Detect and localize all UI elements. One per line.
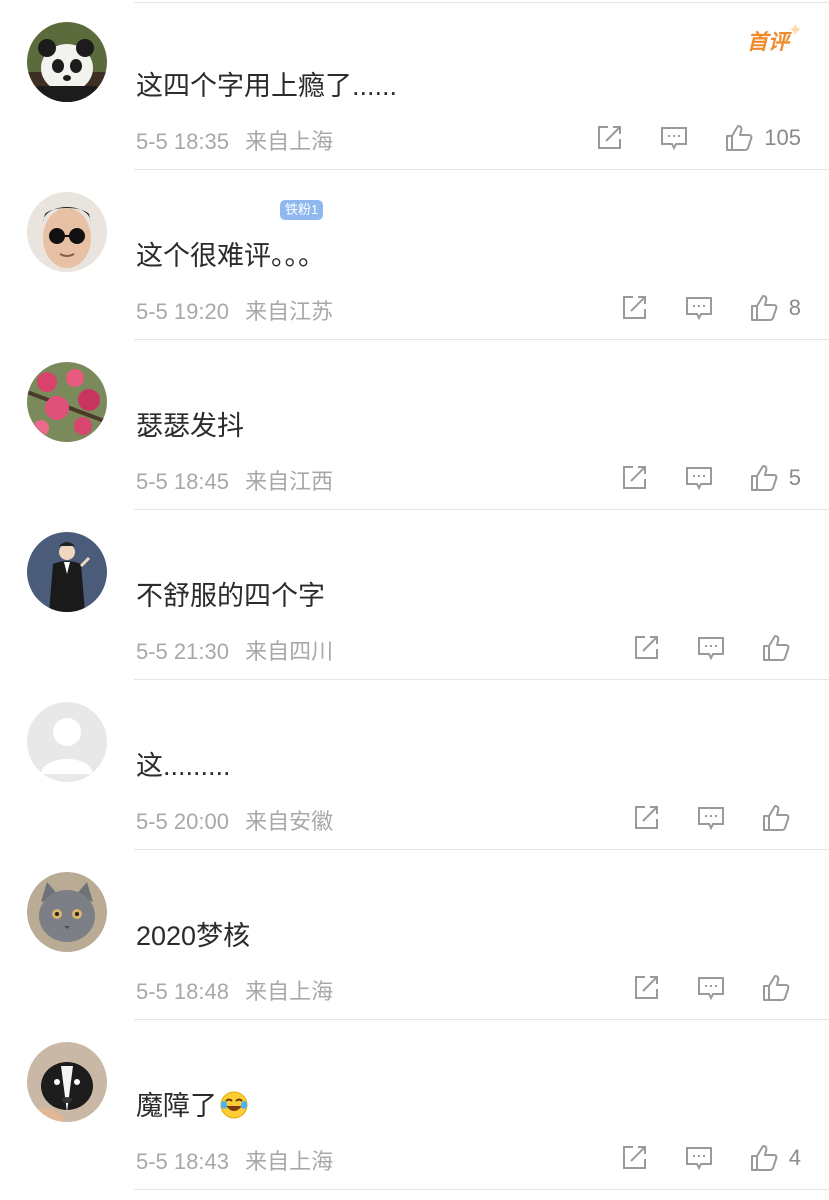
avatar[interactable] — [27, 362, 107, 442]
avatar[interactable] — [27, 702, 107, 782]
comment-time: 5-5 18:35 — [136, 129, 229, 154]
comment-location: 来自江苏 — [245, 299, 334, 324]
comment-item: 2020梦核 5-5 18:48 来自上海 — [0, 850, 829, 1020]
repost-icon[interactable] — [594, 123, 624, 153]
comment-item: 不舒服的四个字 5-5 21:30 来自四川 — [0, 510, 829, 680]
like-count: 4 — [788, 1145, 801, 1170]
repost-icon[interactable] — [619, 293, 649, 323]
comment-text: 这四个字用上瘾了...... — [136, 71, 398, 101]
comment-actions: 8 — [619, 291, 801, 325]
comment-location: 来自四川 — [245, 639, 334, 664]
comment-location: 来自上海 — [245, 1149, 334, 1174]
laugh-cry-emoji-icon — [219, 1090, 249, 1120]
comment-time: 5-5 18:45 — [136, 469, 229, 494]
thumbs-up-icon[interactable] — [761, 633, 791, 663]
comment-item: 铁粉1 这个很难评。。。 5-5 19:20 来自江苏 8 — [0, 170, 829, 340]
first-comment-badge: ✦ 首评 — [747, 20, 803, 54]
repost-icon[interactable] — [631, 633, 661, 663]
comment-actions: 5 — [619, 461, 801, 495]
comment-meta: 5-5 18:45 来自江西 — [136, 464, 333, 496]
comment-actions — [631, 631, 801, 665]
comment-item: 这......... 5-5 20:00 来自安徽 — [0, 680, 829, 850]
comment-time: 5-5 20:00 — [136, 809, 229, 834]
comment-text: 这......... — [136, 751, 231, 781]
thumbs-up-icon[interactable] — [724, 123, 754, 153]
comment-text: 魔障了 — [136, 1088, 249, 1124]
comment-time: 5-5 21:30 — [136, 639, 229, 664]
comment-text: 瑟瑟发抖 — [136, 411, 244, 441]
comment-meta: 5-5 18:43 来自上海 — [136, 1144, 333, 1176]
comment-icon[interactable] — [684, 1143, 714, 1173]
avatar[interactable] — [27, 872, 107, 952]
repost-icon[interactable] — [619, 463, 649, 493]
thumbs-up-icon[interactable] — [749, 293, 779, 323]
comment-actions: 105 — [594, 121, 801, 155]
thumbs-up-icon[interactable] — [761, 973, 791, 1003]
comment-location: 来自江西 — [245, 469, 334, 494]
repost-icon[interactable] — [619, 1143, 649, 1173]
comment-item: ✦ 首评 这四个字用上瘾了...... 5-5 18:35 来自上海 105 — [0, 0, 829, 170]
like-count: 8 — [788, 295, 801, 320]
comment-time: 5-5 18:48 — [136, 979, 229, 1004]
comment-icon[interactable] — [696, 973, 726, 1003]
comment-actions: 4 — [619, 1141, 801, 1175]
comment-item: 瑟瑟发抖 5-5 18:45 来自江西 5 — [0, 340, 829, 510]
comment-location: 来自安徽 — [245, 809, 334, 834]
first-comment-label: 首评 — [747, 31, 789, 54]
avatar[interactable] — [27, 22, 107, 102]
like-count: 5 — [788, 465, 801, 490]
thumbs-up-icon[interactable] — [761, 803, 791, 833]
comment-icon[interactable] — [696, 633, 726, 663]
comment-icon[interactable] — [696, 803, 726, 833]
comment-text: 这个很难评。。。 — [136, 241, 325, 271]
comment-meta: 5-5 18:48 来自上海 — [136, 974, 333, 1006]
avatar[interactable] — [27, 532, 107, 612]
comment-location: 来自上海 — [245, 979, 334, 1004]
comment-text: 不舒服的四个字 — [136, 581, 325, 611]
comment-location: 来自上海 — [245, 129, 334, 154]
comment-meta: 5-5 18:35 来自上海 — [136, 124, 333, 156]
comment-icon[interactable] — [659, 123, 689, 153]
sparkle-icon: ✦ — [787, 20, 803, 40]
fan-badge: 铁粉1 — [280, 200, 324, 220]
comment-text: 2020梦核 — [136, 921, 251, 951]
comment-meta: 5-5 19:20 来自江苏 — [136, 294, 333, 326]
comment-divider — [134, 1189, 829, 1190]
comment-icon[interactable] — [684, 463, 714, 493]
like-count: 105 — [764, 125, 801, 150]
comment-item: 魔障了 5-5 18:43 来自上海 4 — [0, 1020, 829, 1190]
avatar[interactable] — [27, 1042, 107, 1122]
repost-icon[interactable] — [631, 803, 661, 833]
comment-time: 5-5 19:20 — [136, 299, 229, 324]
comment-actions — [631, 801, 801, 835]
thumbs-up-icon[interactable] — [749, 1143, 779, 1173]
comment-actions — [631, 971, 801, 1005]
comment-icon[interactable] — [684, 293, 714, 323]
comment-time: 5-5 18:43 — [136, 1149, 229, 1174]
avatar[interactable] — [27, 192, 107, 272]
thumbs-up-icon[interactable] — [749, 463, 779, 493]
comment-meta: 5-5 20:00 来自安徽 — [136, 804, 333, 836]
comment-meta: 5-5 21:30 来自四川 — [136, 634, 333, 666]
repost-icon[interactable] — [631, 973, 661, 1003]
comment-text-content: 魔障了 — [136, 1091, 217, 1121]
